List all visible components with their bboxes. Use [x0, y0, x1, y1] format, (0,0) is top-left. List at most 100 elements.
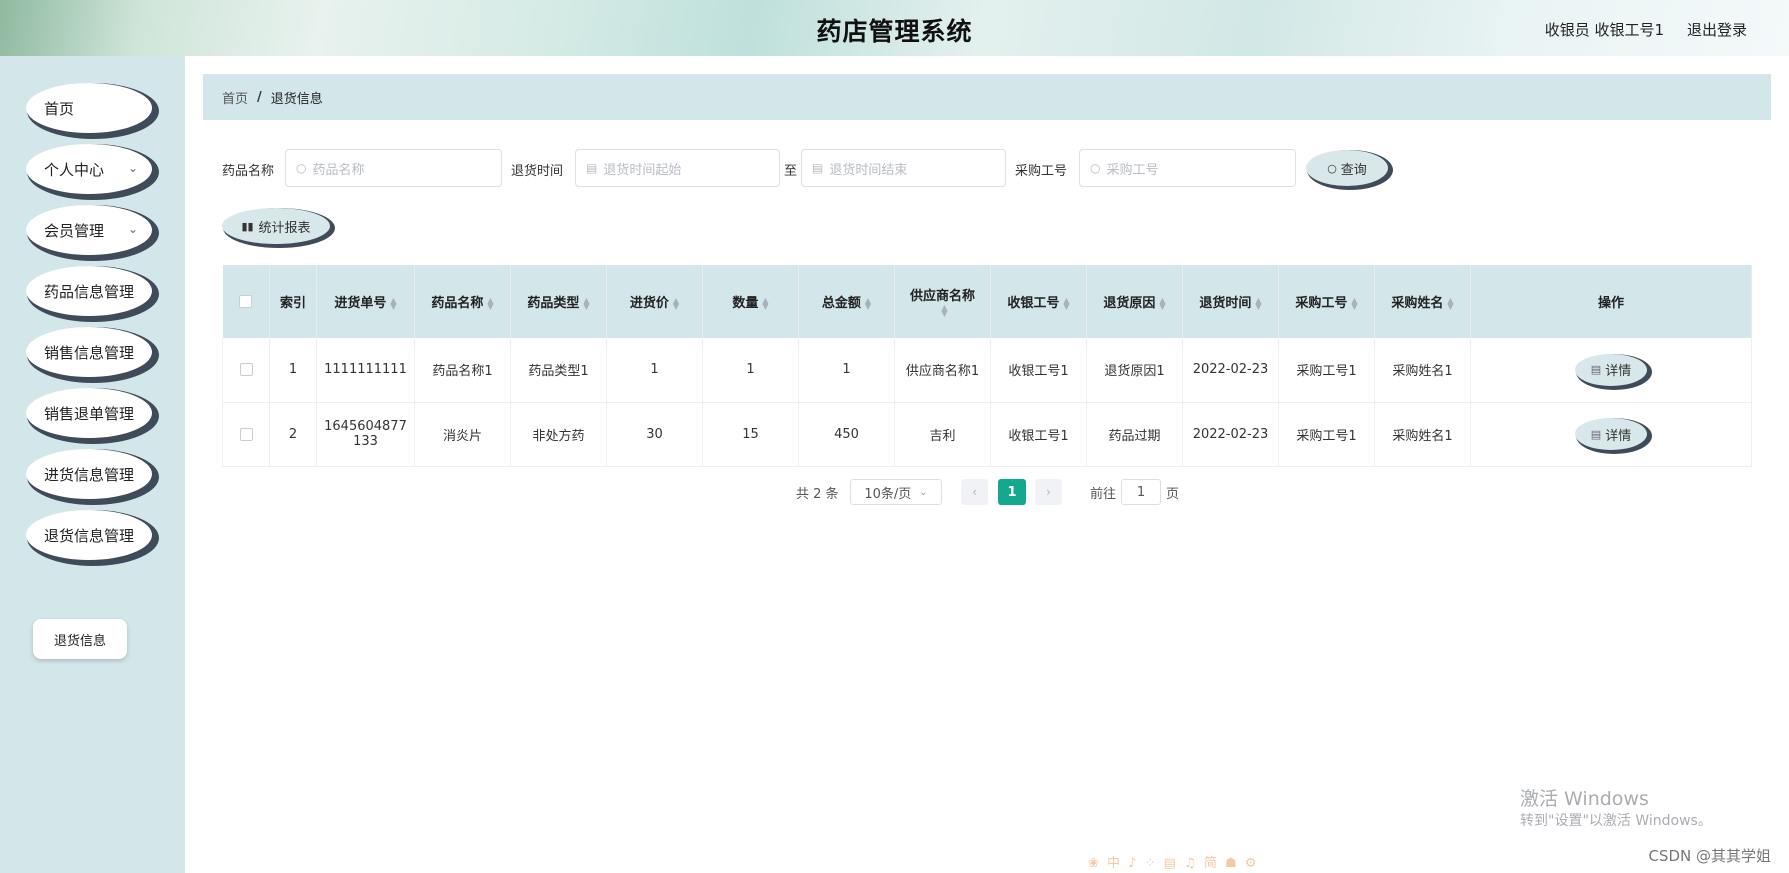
header-total[interactable]: 总金额 ▲ ▼	[798, 265, 895, 338]
sort-icon[interactable]: ▲ ▼	[583, 296, 589, 310]
cell-price: 30	[606, 402, 703, 467]
chevron-down-icon: ⌄	[919, 486, 928, 498]
cell-cashier: 收银工号1	[990, 338, 1087, 403]
select-all-checkbox[interactable]	[239, 295, 253, 308]
sort-icon[interactable]: ▲ ▼	[1447, 296, 1453, 310]
page-size-select[interactable]: 10条/页 ⌄	[850, 479, 942, 505]
row-select-cell[interactable]	[222, 402, 270, 467]
header-label: 药品名称	[431, 296, 484, 311]
detail-button[interactable]: ▤ 详情	[1575, 418, 1647, 450]
next-page-button[interactable]: ›	[1035, 479, 1062, 505]
sidebar-item-sales-return[interactable]: 销售退单管理	[26, 388, 152, 438]
return-time-end-input[interactable]: ▤ 退货时间结束	[801, 149, 1006, 187]
report-button[interactable]: ▮▮ 统计报表	[222, 208, 330, 244]
sidebar-item-member-management[interactable]: 会员管理 ⌄	[26, 205, 152, 255]
purchase-id-input[interactable]: ○ 采购工号	[1079, 149, 1296, 187]
submenu-item-return-info[interactable]: 退货信息	[33, 619, 127, 659]
cell-actions: ▤ 详情	[1470, 338, 1752, 403]
header-label: 药品类型	[527, 296, 580, 311]
header-drug-name[interactable]: 药品名称 ▲ ▼	[414, 265, 511, 338]
sort-icon[interactable]: ▲ ▼	[865, 296, 871, 310]
header-select-all[interactable]	[222, 265, 270, 338]
detail-button-label: 详情	[1605, 428, 1632, 444]
header-purchase-name[interactable]: 采购姓名 ▲ ▼	[1374, 265, 1471, 338]
cell-actions: ▤ 详情	[1470, 402, 1752, 467]
page-size-value: 10条/页	[864, 486, 912, 502]
end-placeholder: 退货时间结束	[829, 162, 908, 178]
sort-icon[interactable]: ▲ ▼	[390, 296, 396, 310]
header-label: 退货原因	[1103, 296, 1156, 311]
header-purchase-id[interactable]: 采购工号 ▲ ▼	[1278, 265, 1375, 338]
header-label: 数量	[732, 296, 759, 311]
cell-total: 1	[798, 338, 895, 403]
header-label: 退货时间	[1199, 296, 1252, 311]
cell-supplier: 吉利	[894, 402, 991, 467]
range-separator: 至	[784, 164, 798, 179]
windows-watermark-title: 激活 Windows	[1520, 788, 1649, 810]
goto-page-input[interactable]: 1	[1121, 479, 1161, 505]
return-time-start-input[interactable]: ▤ 退货时间起始	[575, 149, 780, 187]
search-icon: ○	[296, 161, 307, 175]
goto-label: 前往	[1090, 486, 1117, 502]
sort-icon[interactable]: ▲ ▼	[941, 304, 947, 318]
calendar-icon: ▤	[812, 161, 824, 175]
header-order-no[interactable]: 进货单号 ▲ ▼	[316, 265, 415, 338]
sidebar-item-sales-info[interactable]: 销售信息管理	[26, 327, 152, 377]
header-supplier[interactable]: 供应商名称 ▲ ▼	[894, 265, 991, 338]
header-price[interactable]: 进货价 ▲ ▼	[606, 265, 703, 338]
cell-drug-type: 药品类型1	[510, 338, 607, 403]
logout-link[interactable]: 退出登录	[1687, 19, 1747, 40]
header-label: 收银工号	[1007, 296, 1060, 311]
sort-icon[interactable]: ▲ ▼	[1255, 296, 1261, 310]
sidebar-item-label: 药品信息管理	[44, 282, 135, 301]
header-quantity[interactable]: 数量 ▲ ▼	[702, 265, 799, 338]
ime-toolbar: ❀ 中 ♪ ⁘ ▤ ♫ 简 ☗ ⚙	[1088, 856, 1259, 871]
calendar-icon: ▤	[586, 161, 598, 175]
cell-time: 2022-02-23	[1182, 338, 1279, 403]
sort-icon[interactable]: ▲ ▼	[1159, 296, 1165, 310]
header-time[interactable]: 退货时间 ▲ ▼	[1182, 265, 1279, 338]
header-drug-type[interactable]: 药品类型 ▲ ▼	[510, 265, 607, 338]
app-title: 药店管理系统	[816, 17, 973, 46]
sidebar-item-drug-info[interactable]: 药品信息管理	[26, 266, 152, 316]
header-actions: 操作	[1470, 265, 1752, 338]
row-select-cell[interactable]	[222, 338, 270, 403]
sort-icon[interactable]: ▲ ▼	[762, 296, 768, 310]
return-time-label: 退货时间	[511, 164, 564, 179]
sidebar-item-home[interactable]: 首页	[26, 83, 152, 133]
prev-page-button[interactable]: ‹	[961, 479, 988, 505]
page-number-current[interactable]: 1	[998, 479, 1026, 505]
sort-icon[interactable]: ▲ ▼	[673, 296, 679, 310]
table-row: 1 1111111111 药品名称1 药品类型1 1 1 1 供应商名称1 收银…	[222, 338, 1752, 403]
drug-name-input[interactable]: ○ 药品名称	[285, 149, 502, 187]
header-reason[interactable]: 退货原因 ▲ ▼	[1086, 265, 1183, 338]
header-label: 进货单号	[334, 296, 387, 311]
cell-drug-type: 非处方药	[510, 402, 607, 467]
row-checkbox[interactable]	[239, 427, 253, 441]
detail-button[interactable]: ▤ 详情	[1575, 353, 1647, 386]
sidebar-item-label: 首页	[44, 99, 75, 118]
windows-watermark-subtitle: 转到"设置"以激活 Windows。	[1520, 813, 1712, 829]
breadcrumb-home[interactable]: 首页	[222, 88, 248, 107]
sidebar-item-purchase-info[interactable]: 进货信息管理	[26, 449, 152, 499]
table-header-row: 索引 进货单号 ▲ ▼ 药品名称 ▲ ▼ 药品类型 ▲ ▼ 进货价 ▲ ▼ 数量 ▲ ▼ 总金额 ▲ ▼…	[222, 265, 1752, 338]
sidebar-item-personal-center[interactable]: 个人中心 ⌄	[26, 144, 152, 194]
cell-order-no: 1111111111	[316, 338, 415, 403]
query-button[interactable]: ○ 查询	[1306, 150, 1388, 186]
drug-name-label: 药品名称	[222, 164, 275, 179]
sort-icon[interactable]: ▲ ▼	[487, 296, 493, 310]
sidebar-item-return-management[interactable]: 退货信息管理	[26, 510, 152, 560]
start-placeholder: 退货时间起始	[603, 162, 682, 178]
drug-name-placeholder: 药品名称	[312, 162, 365, 178]
chevron-left-icon: ‹	[972, 485, 977, 499]
sidebar-item-label: 会员管理	[44, 221, 105, 240]
header-cashier[interactable]: 收银工号 ▲ ▼	[990, 265, 1087, 338]
sort-icon[interactable]: ▲ ▼	[1063, 296, 1069, 310]
cell-purchase-name: 采购姓名1	[1374, 338, 1471, 403]
search-icon: ○	[1090, 161, 1101, 175]
sidebar-item-label: 退货信息管理	[44, 526, 135, 545]
search-icon: ○	[1327, 161, 1337, 175]
row-checkbox[interactable]	[239, 363, 253, 377]
sort-icon[interactable]: ▲ ▼	[1351, 296, 1357, 310]
header-label: 总金额	[821, 296, 861, 311]
